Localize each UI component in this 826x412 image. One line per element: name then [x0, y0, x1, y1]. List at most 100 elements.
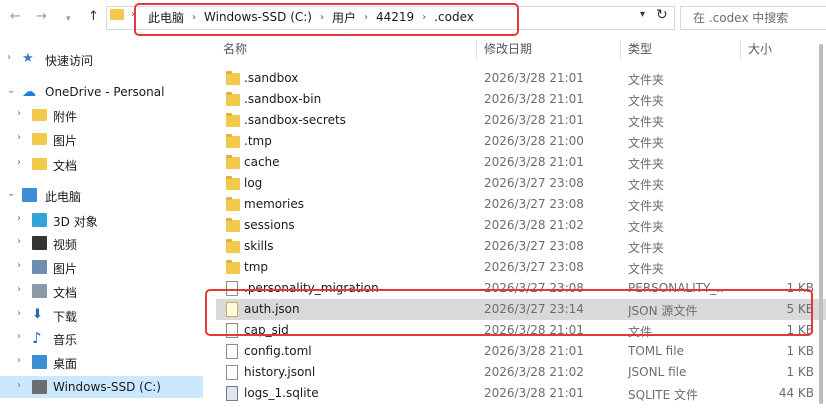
- file-row[interactable]: .tmp 2026/3/28 21:00 文件夹: [216, 131, 826, 152]
- address-dropdown-icon[interactable]: ▾: [640, 9, 645, 20]
- file-date: 2026/3/27 23:08: [484, 281, 584, 295]
- file-icon: [226, 344, 238, 359]
- file-row[interactable]: log 2026/3/27 23:08 文件夹: [216, 173, 826, 194]
- music-icon: ♪: [32, 329, 42, 347]
- file-date: 2026/3/27 23:14: [484, 302, 584, 316]
- file-row[interactable]: logs_1.sqlite 2026/3/28 21:01 SQLITE 文件 44 …: [216, 383, 826, 404]
- file-type: PERSONALITY_...: [628, 281, 724, 295]
- sidebar-item[interactable]: › 附件: [0, 104, 203, 126]
- sidebar-item[interactable]: › ★ 快速访问: [0, 48, 203, 70]
- file-type: TOML file: [628, 344, 684, 358]
- column-divider[interactable]: [476, 40, 477, 60]
- sidebar-item-label: 快速访问: [45, 54, 94, 68]
- file-row[interactable]: memories 2026/3/27 23:08 文件夹: [216, 194, 826, 215]
- folder-icon: [226, 197, 240, 211]
- documents-icon: [32, 284, 47, 298]
- file-type: 文件夹: [628, 262, 665, 276]
- file-row[interactable]: .sandbox 2026/3/28 21:01 文件夹: [216, 68, 826, 89]
- breadcrumb-item[interactable]: 44219: [376, 10, 414, 24]
- file-row[interactable]: tmp 2026/3/27 23:08 文件夹: [216, 257, 826, 278]
- chevron-right-icon[interactable]: ›: [17, 157, 21, 168]
- chevron-right-icon[interactable]: ›: [17, 260, 21, 271]
- file-row[interactable]: auth.json 2026/3/27 23:14 JSON 源文件 5 KB: [216, 299, 826, 320]
- file-row[interactable]: .personality_migration 2026/3/27 23:08 PER…: [216, 278, 826, 299]
- breadcrumb-item[interactable]: 用户: [332, 9, 356, 26]
- sidebar-item[interactable]: › 图片: [0, 128, 203, 150]
- file-name: .tmp: [244, 134, 272, 148]
- chevron-right-icon[interactable]: ›: [131, 9, 135, 20]
- sidebar-item[interactable]: ⌄ ☁ OneDrive - Personal: [0, 81, 203, 103]
- chevron-down-icon[interactable]: ⌄: [7, 188, 15, 199]
- chevron-right-icon[interactable]: ›: [192, 12, 196, 23]
- sidebar-item[interactable]: › 文档: [0, 280, 203, 302]
- sidebar-item[interactable]: ⌄ 此电脑: [0, 184, 203, 206]
- chevron-right-icon[interactable]: ›: [17, 236, 21, 247]
- sidebar-item[interactable]: › 3D 对象: [0, 209, 203, 231]
- file-name: memories: [244, 197, 305, 211]
- file-row[interactable]: cap_sid 2026/3/28 21:01 文件 1 KB: [216, 320, 826, 341]
- file-name: .sandbox-secrets: [244, 113, 346, 127]
- file-type: SQLITE 文件: [628, 388, 699, 402]
- breadcrumb-item[interactable]: .codex: [434, 10, 474, 24]
- desktop-icon: [32, 355, 47, 369]
- sidebar-item[interactable]: › 文档: [0, 153, 203, 175]
- file-row[interactable]: config.toml 2026/3/28 21:01 TOML file 1 KB: [216, 341, 826, 362]
- chevron-right-icon[interactable]: ›: [17, 108, 21, 119]
- column-header-type[interactable]: 类型: [628, 40, 652, 60]
- file-row[interactable]: .sandbox-bin 2026/3/28 21:01 文件夹: [216, 89, 826, 110]
- column-divider[interactable]: [620, 40, 621, 60]
- chevron-right-icon[interactable]: ›: [17, 284, 21, 295]
- column-header-size[interactable]: 大小: [748, 40, 772, 60]
- folder-icon: [226, 176, 240, 190]
- file-row[interactable]: sessions 2026/3/28 21:02 文件夹: [216, 215, 826, 236]
- chevron-right-icon[interactable]: ›: [17, 132, 21, 143]
- sidebar-item[interactable]: › Windows-SSD (C:): [0, 376, 203, 398]
- sidebar-item-label: 图片: [53, 262, 78, 276]
- chevron-right-icon[interactable]: ›: [364, 12, 368, 23]
- chevron-right-icon[interactable]: ›: [17, 355, 21, 366]
- column-header-date[interactable]: 修改日期: [484, 40, 532, 60]
- file-type: 文件夹: [628, 241, 665, 255]
- chevron-right-icon[interactable]: ›: [422, 12, 426, 23]
- file-row[interactable]: .sandbox-secrets 2026/3/28 21:01 文件夹: [216, 110, 826, 131]
- breadcrumb: 此电脑 › Windows-SSD (C:) › 用户 › 44219 › .c…: [148, 8, 474, 26]
- file-name: config.toml: [244, 344, 312, 358]
- breadcrumb-item[interactable]: 此电脑: [148, 9, 184, 26]
- chevron-right-icon[interactable]: ›: [17, 308, 21, 319]
- search-input[interactable]: 在 .codex 中搜索: [680, 6, 826, 30]
- file-row[interactable]: skills 2026/3/27 23:08 文件夹: [216, 236, 826, 257]
- vertical-scrollbar[interactable]: [816, 36, 826, 412]
- sidebar-item[interactable]: › 图片: [0, 256, 203, 278]
- column-header-name[interactable]: 名称: [223, 40, 247, 60]
- sidebar-item[interactable]: › 视频: [0, 232, 203, 254]
- sidebar-item[interactable]: › ♪ 音乐: [0, 327, 203, 349]
- chevron-down-icon[interactable]: ⌄: [7, 85, 15, 96]
- refresh-icon[interactable]: ↻: [656, 7, 668, 23]
- sidebar-item[interactable]: › 桌面: [0, 351, 203, 373]
- file-size: 1 KB: [786, 365, 814, 379]
- recent-locations-icon[interactable]: ▾: [66, 11, 71, 27]
- chevron-right-icon[interactable]: ›: [320, 12, 324, 23]
- scrollbar-thumb[interactable]: [819, 44, 823, 404]
- sort-caret-icon: ⌃: [344, 33, 351, 42]
- pictures-icon: [32, 260, 47, 274]
- file-type: 文件夹: [628, 178, 665, 192]
- chevron-right-icon[interactable]: ›: [17, 213, 21, 224]
- up-icon[interactable]: ↑: [88, 9, 99, 25]
- sidebar-item-label: Windows-SSD (C:): [53, 380, 161, 394]
- folder-icon: [226, 239, 240, 253]
- back-icon[interactable]: ←: [10, 9, 21, 25]
- file-date: 2026/3/27 23:08: [484, 197, 584, 211]
- chevron-right-icon[interactable]: ›: [17, 380, 21, 391]
- file-type: 文件夹: [628, 136, 665, 150]
- file-row[interactable]: history.jsonl 2026/3/28 21:02 JSONL file 1 …: [216, 362, 826, 383]
- folder-icon: [32, 158, 47, 170]
- column-divider[interactable]: [740, 40, 741, 60]
- forward-icon[interactable]: →: [36, 9, 47, 25]
- sidebar-item[interactable]: › ⬇ 下载: [0, 304, 203, 326]
- chevron-right-icon[interactable]: ›: [17, 331, 21, 342]
- file-size: 5 KB: [786, 302, 814, 316]
- breadcrumb-item[interactable]: Windows-SSD (C:): [204, 10, 312, 24]
- file-row[interactable]: cache 2026/3/28 21:01 文件夹: [216, 152, 826, 173]
- chevron-right-icon[interactable]: ›: [7, 52, 11, 63]
